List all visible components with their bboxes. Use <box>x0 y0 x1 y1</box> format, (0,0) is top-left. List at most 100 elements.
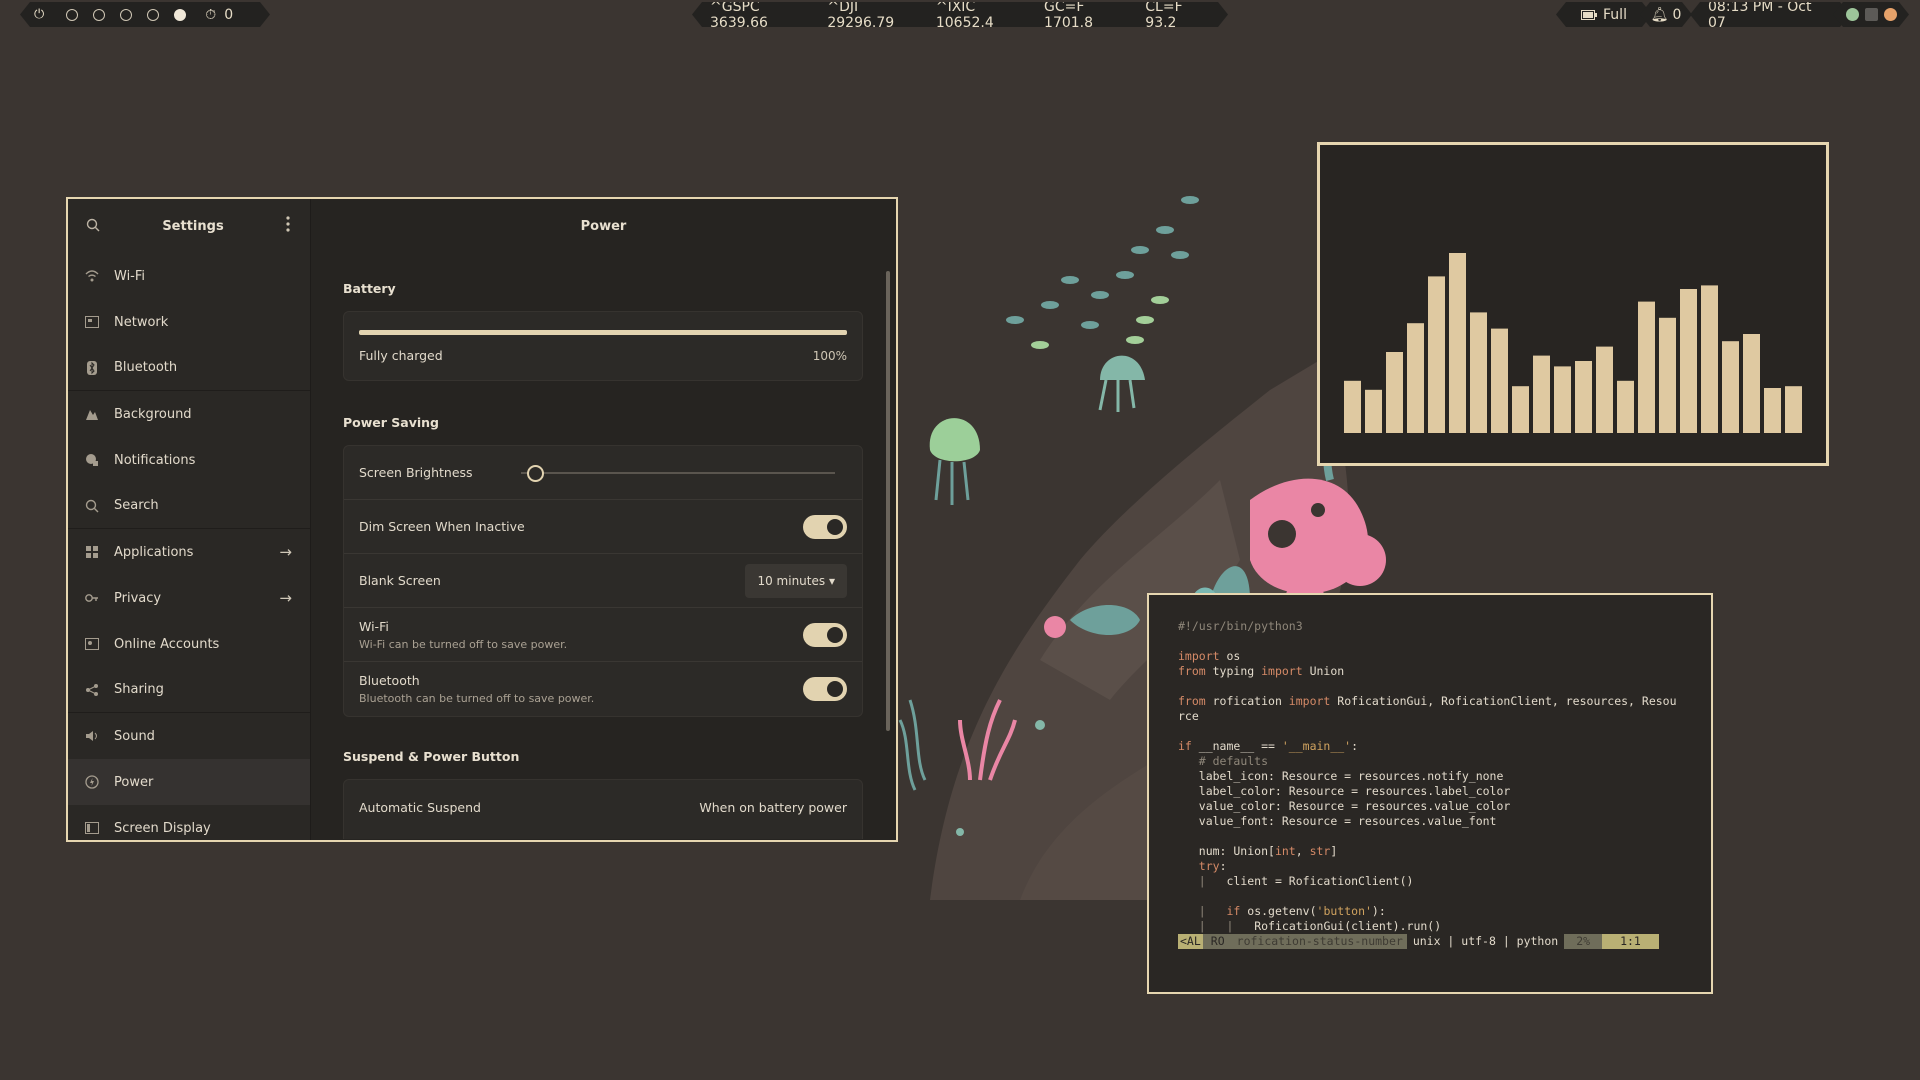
row-automatic-suspend[interactable]: Automatic Suspend When on battery power <box>344 780 862 834</box>
battery-level-track <box>359 330 847 335</box>
visualizer-bar <box>1659 317 1676 433</box>
dim-screen-label: Dim Screen When Inactive <box>359 519 525 534</box>
workspace-3[interactable] <box>120 9 132 21</box>
visualizer-bar <box>1344 380 1361 433</box>
top-bar: ⏻ ⏱ 0 ^GSPC 3639.66 ^DJI 29296.79 ^IXIC … <box>0 0 1920 28</box>
battery-status: Full <box>1603 6 1627 23</box>
sidebar-item-background[interactable]: Background <box>68 391 310 437</box>
visualizer-bar <box>1743 334 1760 433</box>
clock-widget[interactable]: 08:13 PM - Oct 07 <box>1690 2 1850 27</box>
system-tray <box>1833 2 1909 27</box>
visualizer-bar <box>1512 386 1529 433</box>
visualizer-bar <box>1617 380 1634 433</box>
search-icon[interactable] <box>86 217 100 236</box>
sidebar-item-bluetooth[interactable]: Bluetooth <box>68 345 310 391</box>
timer-widget[interactable]: ⏱ 0 <box>205 7 233 23</box>
online-accounts-icon <box>84 636 100 652</box>
visualizer-bar <box>1491 328 1508 433</box>
page-title: Power <box>580 218 627 234</box>
visualizer-bar <box>1428 276 1445 433</box>
caret-down-icon: ▾ <box>828 573 835 588</box>
power-saving-card: Screen Brightness Dim Screen When Inacti… <box>343 445 863 717</box>
menu-kebab-icon[interactable] <box>286 216 290 236</box>
ticker-dji: ^DJI 29296.79 <box>827 0 895 31</box>
terminal-editor-window[interactable]: #!/usr/bin/python3 import os from typing… <box>1147 593 1713 994</box>
notification-widget[interactable]: 🔔︎ 0 <box>1640 2 1692 27</box>
wifi-icon <box>84 268 100 284</box>
visualizer-bar <box>1449 253 1466 433</box>
suspend-card: Automatic Suspend When on battery power <box>343 779 863 839</box>
arrow-right-icon: → <box>279 543 292 561</box>
wifi-toggle[interactable] <box>803 622 847 647</box>
vim-statusline: <AL RO rofication-status-number unix | utf-… <box>1178 934 1682 949</box>
wifi-text: Wi-Fi Wi-Fi can be turned off to save po… <box>359 619 567 651</box>
slider-knob[interactable] <box>526 464 544 482</box>
privacy-icon <box>84 590 100 606</box>
automatic-suspend-value: When on battery power <box>699 799 847 815</box>
battery-level-fill <box>359 330 847 335</box>
status-position: 1:1 <box>1602 934 1659 949</box>
sidebar-item-network[interactable]: Network <box>68 299 310 345</box>
tray-app-icon[interactable] <box>1846 8 1859 21</box>
visualizer-bar <box>1764 388 1781 433</box>
power-icon[interactable]: ⏻ <box>34 7 44 22</box>
network-icon <box>84 314 100 330</box>
visualizer-bars <box>1344 253 1802 433</box>
row-blank-screen: Blank Screen 10 minutes ▾ <box>344 554 862 608</box>
bluetooth-icon <box>84 360 100 376</box>
sidebar-item-label: Online Accounts <box>114 636 220 652</box>
scrollbar-thumb[interactable] <box>886 271 890 731</box>
row-bluetooth: Bluetooth Bluetooth can be turned off to… <box>344 662 862 716</box>
settings-window: Settings Wi-Fi Network Bluetooth Backgro… <box>66 197 898 842</box>
sidebar-item-privacy[interactable]: Privacy → <box>68 575 310 621</box>
sidebar-item-screen-display[interactable]: Screen Display <box>68 805 310 840</box>
bell-icon: 🔔︎ <box>1650 6 1669 23</box>
workspace-4[interactable] <box>147 9 159 21</box>
visualizer-bar <box>1722 341 1739 433</box>
sidebar-item-label: Screen Display <box>114 820 211 836</box>
status-filename: rofication-status-number <box>1232 934 1407 949</box>
visualizer-bar <box>1470 312 1487 433</box>
dim-screen-toggle[interactable] <box>803 514 847 539</box>
sidebar-item-online-accounts[interactable]: Online Accounts <box>68 621 310 667</box>
sidebar-title: Settings <box>162 218 224 234</box>
ticker-oil: CL=F 93.2 <box>1145 0 1183 31</box>
blank-screen-dropdown[interactable]: 10 minutes ▾ <box>745 563 847 598</box>
sidebar-item-label: Notifications <box>114 452 196 468</box>
brightness-slider[interactable] <box>521 463 835 483</box>
scrollbar[interactable] <box>886 257 890 837</box>
tray-wifi-icon[interactable] <box>1884 8 1897 21</box>
notifications-icon <box>84 452 100 468</box>
visualizer-bar <box>1533 355 1550 433</box>
ticker-gold: GC=F 1701.8 <box>1044 0 1094 31</box>
automatic-suspend-label: Automatic Suspend <box>359 799 481 815</box>
battery-card: Fully charged 100% <box>343 311 863 381</box>
sidebar-item-sharing[interactable]: Sharing <box>68 667 310 713</box>
bluetooth-toggle[interactable] <box>803 677 847 701</box>
wifi-label: Wi-Fi <box>359 618 389 634</box>
section-title-battery: Battery <box>343 281 396 296</box>
workspace-1[interactable] <box>66 9 78 21</box>
sidebar-item-power[interactable]: Power <box>68 759 310 805</box>
status-fileinfo: unix | utf-8 | python <box>1412 934 1559 948</box>
sidebar-item-wifi[interactable]: Wi-Fi <box>68 253 310 299</box>
sidebar-item-label: Wi-Fi <box>114 268 146 284</box>
sidebar-item-sound[interactable]: Sound <box>68 713 310 759</box>
status-mode: <AL <box>1178 934 1203 949</box>
slider-track <box>521 471 835 474</box>
section-title-power-saving: Power Saving <box>343 415 440 430</box>
visualizer-bar <box>1638 301 1655 433</box>
sidebar-item-search[interactable]: Search <box>68 483 310 529</box>
visualizer-bar <box>1407 323 1424 433</box>
sidebar-item-notifications[interactable]: Notifications <box>68 437 310 483</box>
workspace-5[interactable] <box>174 9 186 21</box>
battery-icon <box>1581 10 1597 20</box>
battery-widget[interactable]: Full <box>1556 2 1652 27</box>
search-icon <box>84 498 100 514</box>
workspace-2[interactable] <box>93 9 105 21</box>
settings-main-panel: Power Battery Fully charged 100% Power S… <box>311 199 896 840</box>
tray-keyboard-icon[interactable] <box>1865 8 1878 21</box>
background-icon <box>84 406 100 422</box>
sidebar-item-applications[interactable]: Applications → <box>68 529 310 575</box>
clock-text: 08:13 PM - Oct 07 <box>1708 0 1812 31</box>
